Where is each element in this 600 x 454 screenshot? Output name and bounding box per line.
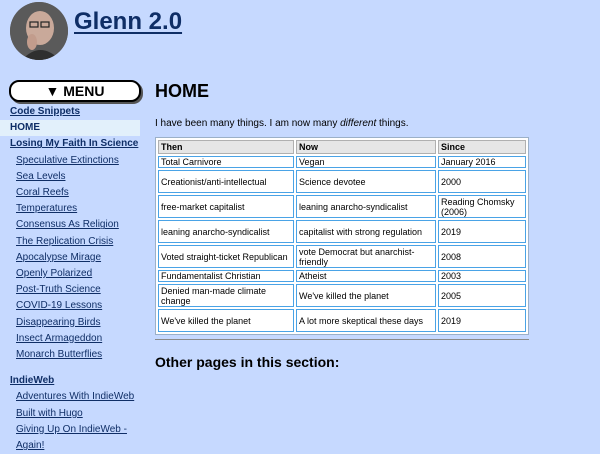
table-cell: Denied man-made climate change	[158, 284, 294, 307]
sidebar-item[interactable]: Post-Truth Science	[0, 282, 140, 298]
table-cell: January 2016	[438, 156, 526, 168]
sidebar-item[interactable]: Sea Levels	[0, 169, 140, 185]
table-cell: We've killed the planet	[158, 309, 294, 332]
intro-part: things.	[376, 118, 409, 129]
table-cell: We've killed the planet	[296, 284, 436, 307]
sidebar-item[interactable]: Insect Armageddon	[0, 331, 140, 347]
table-cell: free-market capitalist	[158, 195, 294, 218]
table-cell: vote Democrat but anarchist-friendly	[296, 245, 436, 268]
table-row: Voted straight-ticket Republican vote Dem…	[158, 245, 526, 268]
table-cell: Total Carnivore	[158, 156, 294, 168]
divider	[155, 339, 529, 340]
sidebar-item[interactable]: Openly Polarized	[0, 266, 140, 282]
table-row: free-market capitalist leaning anarcho-sy…	[158, 195, 526, 218]
sidebar-nav: Code Snippets HOME Losing My Faith In Scie…	[0, 104, 140, 454]
table-cell: 2008	[438, 245, 526, 268]
table-cell: 2019	[438, 220, 526, 243]
sidebar-item[interactable]: The Replication Crisis	[0, 234, 140, 250]
table-row: Denied man-made climate change We've kill…	[158, 284, 526, 307]
table-row: Total Carnivore Vegan January 2016	[158, 156, 526, 168]
intro-text: I have been many things. I am now many d…	[155, 118, 529, 129]
table-row: leaning anarcho-syndicalist capitalist wi…	[158, 220, 526, 243]
sidebar-item[interactable]: Losing My Faith In Science	[0, 136, 140, 152]
table-cell: 2005	[438, 284, 526, 307]
table-row: Fundamentalist Christian Atheist 2003	[158, 270, 526, 282]
table-header-cell: Now	[296, 140, 436, 154]
sidebar-item[interactable]: Adventures With IndieWeb	[0, 389, 140, 405]
table-cell: Creationist/anti-intellectual	[158, 170, 294, 193]
table-header-row: Then Now Since	[158, 140, 526, 154]
sidebar-item[interactable]: Apocalypse Mirage	[0, 250, 140, 266]
table-cell: A lot more skeptical these days	[296, 309, 436, 332]
sidebar-item[interactable]: IndieWeb	[0, 373, 140, 389]
table-cell: 2003	[438, 270, 526, 282]
table-cell: leaning anarcho-syndicalist	[296, 195, 436, 218]
sidebar-item[interactable]: Temperatures	[0, 201, 140, 217]
sidebar-item[interactable]: Code Snippets	[0, 104, 140, 120]
sidebar-item[interactable]: Again!	[0, 438, 140, 454]
table-row: We've killed the planet A lot more skepti…	[158, 309, 526, 332]
main-content: HOME I have been many things. I am now m…	[155, 78, 529, 370]
table-header-cell: Since	[438, 140, 526, 154]
table-cell: Atheist	[296, 270, 436, 282]
page-title: HOME	[155, 81, 209, 101]
table-cell: Voted straight-ticket Republican	[158, 245, 294, 268]
table-cell: 2019	[438, 309, 526, 332]
portrait-icon	[10, 2, 68, 60]
sidebar-item[interactable]: Built with Hugo	[0, 406, 140, 422]
table-cell: leaning anarcho-syndicalist	[158, 220, 294, 243]
sidebar-item[interactable]: Speculative Extinctions	[0, 153, 140, 169]
table-cell: Fundamentalist Christian	[158, 270, 294, 282]
sidebar-item[interactable]: Monarch Butterflies	[0, 347, 140, 363]
history-table: Then Now Since Total Carnivore Vegan January…	[155, 137, 529, 335]
site-title[interactable]: Glenn 2.0	[74, 8, 182, 36]
intro-part: I have been many things. I am now many	[155, 118, 341, 129]
sidebar-item[interactable]: COVID-19 Lessons	[0, 298, 140, 314]
sidebar-item[interactable]: Disappearing Birds	[0, 315, 140, 331]
table-cell: Science devotee	[296, 170, 436, 193]
sidebar-item[interactable]: Consensus As Religion	[0, 217, 140, 233]
table-cell: 2000	[438, 170, 526, 193]
sidebar-item[interactable]: Coral Reefs	[0, 185, 140, 201]
table-row: Creationist/anti-intellectual Science dev…	[158, 170, 526, 193]
sidebar-item[interactable]: Giving Up On IndieWeb -	[0, 422, 140, 438]
table-cell: Reading Chomsky (2006)	[438, 195, 526, 218]
table-header-cell: Then	[158, 140, 294, 154]
avatar[interactable]	[10, 2, 68, 60]
other-pages-heading: Other pages in this section:	[155, 354, 340, 370]
sidebar-item[interactable]: HOME	[0, 120, 140, 137]
menu-button[interactable]: ▼ MENU	[9, 80, 141, 102]
table-cell: capitalist with strong regulation	[296, 220, 436, 243]
table-cell: Vegan	[296, 156, 436, 168]
intro-emphasis: different	[340, 118, 377, 129]
